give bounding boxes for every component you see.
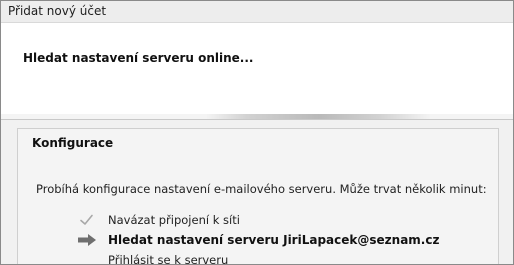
checkmark-icon bbox=[76, 212, 100, 228]
configuration-group: Konfigurace Probíhá konfigurace nastaven… bbox=[17, 128, 499, 265]
content-area: Konfigurace Probíhá konfigurace nastaven… bbox=[1, 120, 513, 264]
step-label: Navázat připojení k síti bbox=[108, 213, 240, 227]
header-panel: Hledat nastavení serveru online... bbox=[1, 23, 513, 115]
title-bar: Přidat nový účet bbox=[1, 1, 513, 23]
section-title: Konfigurace bbox=[32, 136, 114, 150]
configuration-description: Probíhá konfigurace nastavení e-mailovéh… bbox=[36, 182, 487, 196]
add-account-dialog: Přidat nový účet Hledat nastavení server… bbox=[0, 0, 514, 265]
arrow-right-icon bbox=[76, 232, 100, 248]
step-label: Přihlásit se k serveru bbox=[108, 253, 229, 265]
window-title: Přidat nový účet bbox=[8, 4, 107, 18]
step-label-current: Hledat nastavení serveru JiriLapacek@sez… bbox=[108, 233, 440, 247]
header-title: Hledat nastavení serveru online... bbox=[23, 51, 254, 65]
